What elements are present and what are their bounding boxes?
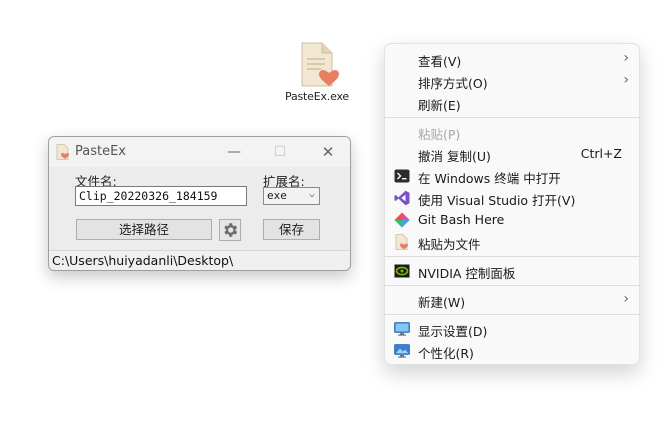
save-button[interactable]: 保存 — [263, 219, 320, 240]
extension-select[interactable]: exe ⌵ — [263, 187, 320, 205]
menu-item-view[interactable]: 查看(V) › — [389, 48, 635, 70]
menu-item-label: Git Bash Here — [418, 212, 505, 227]
menu-item-open-visual-studio[interactable]: 使用 Visual Studio 打开(V) — [389, 187, 635, 209]
menu-item-paste: 粘贴(P) — [389, 121, 635, 143]
title-bar[interactable]: PasteEx — ☐ ✕ — [49, 137, 350, 167]
app-icon — [56, 144, 70, 160]
desktop-context-menu: 查看(V) › 排序方式(O) › 刷新(E) 粘贴(P) 撤消 复制(U) C… — [384, 43, 640, 365]
menu-item-nvidia-control-panel[interactable]: NVIDIA 控制面板 — [389, 260, 635, 282]
menu-item-refresh[interactable]: 刷新(E) — [389, 92, 635, 114]
menu-item-new[interactable]: 新建(W) › — [389, 289, 635, 311]
menu-separator — [385, 285, 639, 286]
gear-icon — [224, 223, 238, 237]
menu-separator — [385, 256, 639, 257]
menu-item-label: NVIDIA 控制面板 — [418, 266, 516, 281]
menu-item-personalize[interactable]: 个性化(R) — [389, 340, 635, 362]
menu-item-label: 查看(V) — [418, 54, 462, 69]
select-path-button[interactable]: 选择路径 — [76, 219, 212, 240]
pasteex-file-icon — [300, 42, 339, 87]
desktop-icon-label: PasteEx.exe — [285, 90, 349, 103]
git-bash-icon — [394, 212, 410, 228]
menu-separator — [385, 117, 639, 118]
settings-button[interactable] — [219, 219, 241, 241]
menu-item-label: 新建(W) — [418, 295, 466, 310]
menu-item-label: 撤消 复制(U) — [418, 149, 491, 164]
menu-item-open-terminal[interactable]: 在 Windows 终端 中打开 — [389, 165, 635, 187]
desktop-icon-pasteex[interactable]: PasteEx.exe — [281, 42, 353, 103]
pasteex-icon — [394, 234, 410, 250]
display-icon — [394, 321, 410, 337]
menu-separator — [385, 314, 639, 315]
chevron-right-icon: › — [623, 72, 629, 88]
extension-value: exe — [267, 189, 287, 202]
menu-item-label: 使用 Visual Studio 打开(V) — [418, 193, 576, 208]
chevron-down-icon: ⌵ — [308, 189, 315, 200]
minimize-button[interactable]: — — [211, 137, 257, 167]
personalize-icon — [394, 343, 410, 359]
menu-item-paste-as-file[interactable]: 粘贴为文件 — [389, 231, 635, 253]
window-title: PasteEx — [75, 144, 126, 159]
chevron-right-icon: › — [623, 50, 629, 66]
menu-item-sort[interactable]: 排序方式(O) › — [389, 70, 635, 92]
visual-studio-icon — [394, 190, 410, 206]
close-button[interactable]: ✕ — [305, 137, 350, 167]
shortcut-label: Ctrl+Z — [580, 146, 622, 161]
menu-item-label: 个性化(R) — [418, 346, 474, 361]
menu-item-label: 粘贴为文件 — [418, 237, 481, 252]
maximize-button[interactable]: ☐ — [257, 137, 303, 167]
menu-item-display-settings[interactable]: 显示设置(D) — [389, 318, 635, 340]
filename-input[interactable] — [75, 186, 247, 206]
chevron-right-icon: › — [623, 291, 629, 307]
status-bar-path: C:\Users\huiyadanli\Desktop\ — [49, 250, 350, 270]
menu-item-label: 刷新(E) — [418, 98, 461, 113]
menu-item-label: 粘贴(P) — [418, 127, 461, 142]
menu-item-label: 在 Windows 终端 中打开 — [418, 171, 561, 186]
nvidia-icon — [394, 263, 410, 279]
menu-item-label: 排序方式(O) — [418, 76, 488, 91]
menu-item-git-bash[interactable]: Git Bash Here — [389, 209, 635, 231]
menu-item-undo-copy[interactable]: 撤消 复制(U) Ctrl+Z — [389, 143, 635, 165]
menu-item-label: 显示设置(D) — [418, 324, 488, 339]
terminal-icon — [394, 168, 410, 184]
pasteex-window: PasteEx — ☐ ✕ 文件名: 扩展名: exe ⌵ 选择路径 保存 C:… — [48, 136, 351, 271]
